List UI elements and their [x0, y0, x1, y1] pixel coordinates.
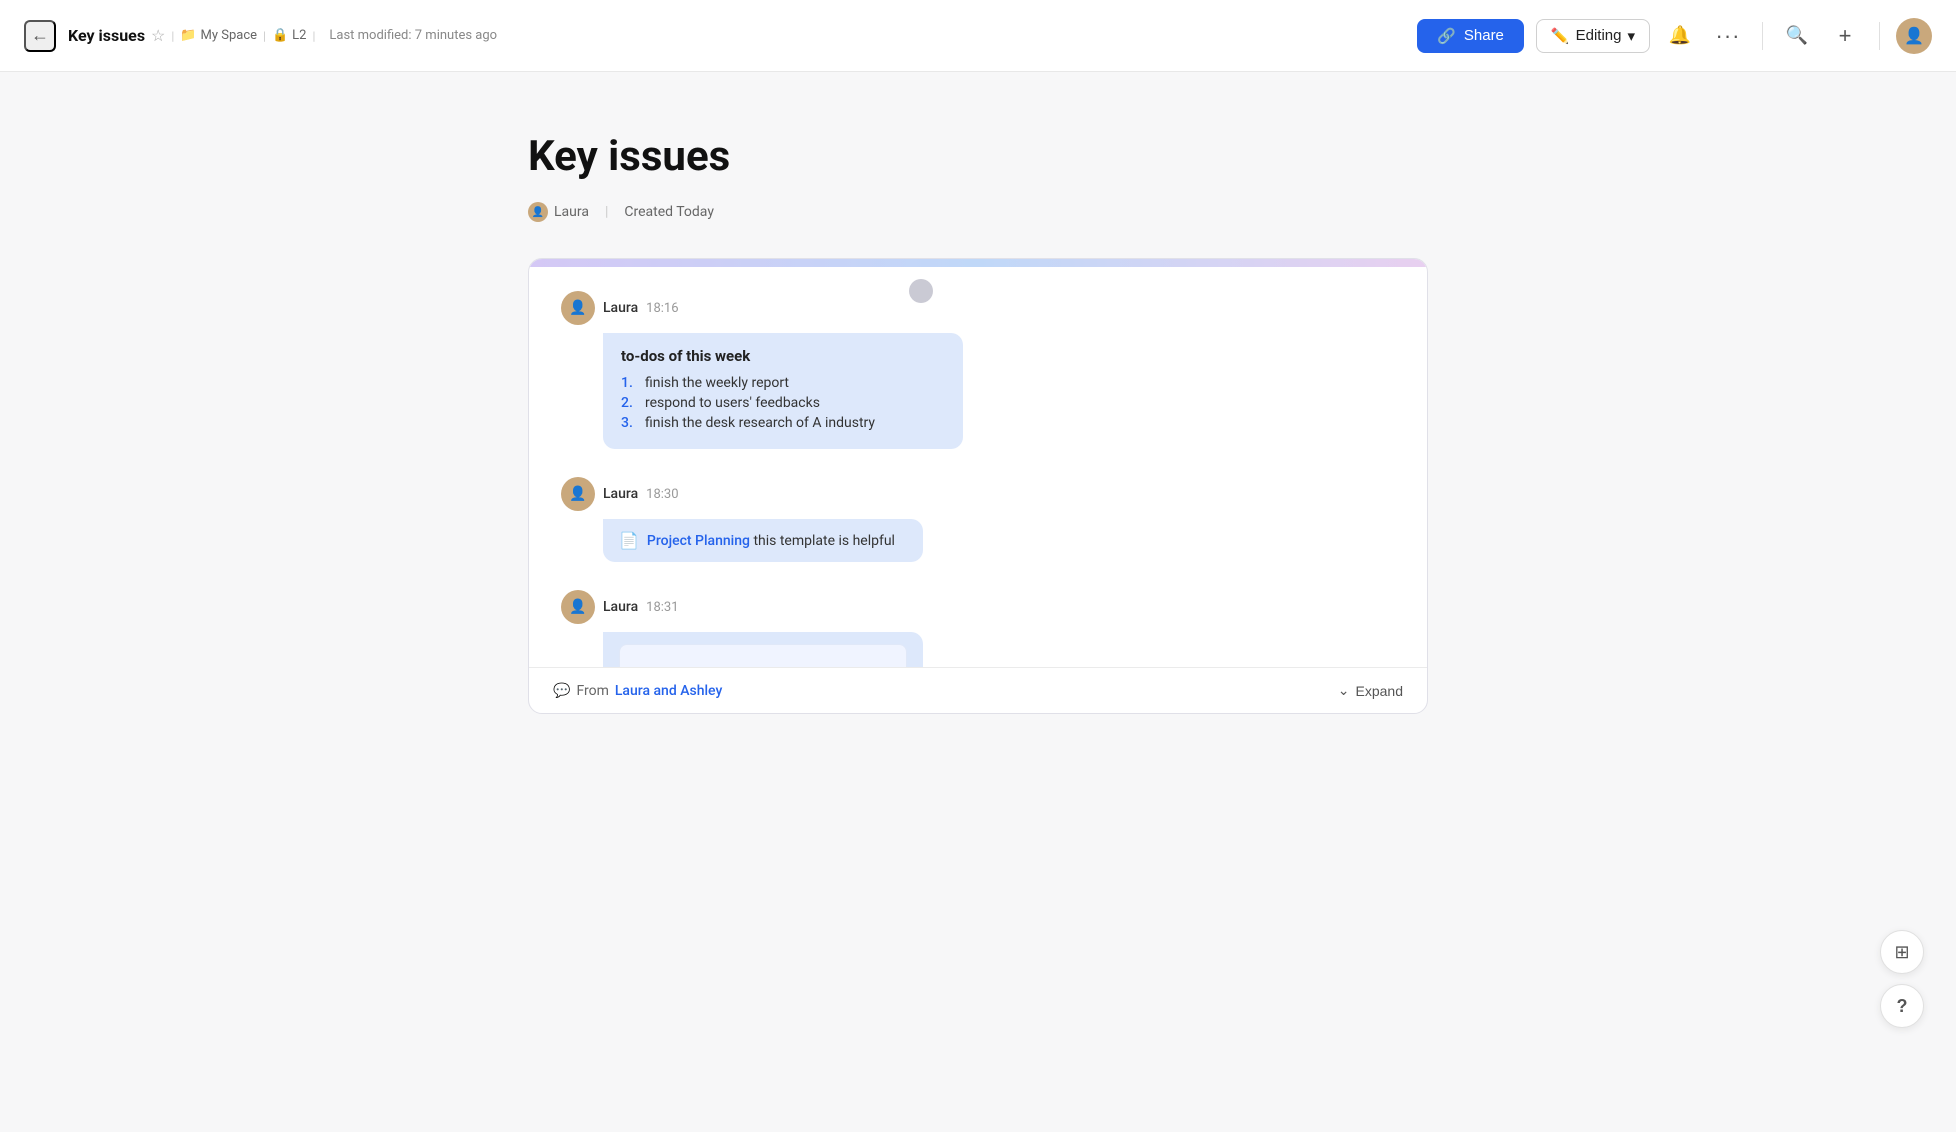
content-area: Key issues 👤 Laura | Created Today 👤 Lau…: [528, 132, 1428, 714]
help-icon: ?: [1897, 996, 1908, 1017]
share-button[interactable]: 🔗 Share: [1417, 19, 1524, 53]
search-icon: 🔍: [1786, 25, 1808, 46]
chat-bubble-list: to-dos of this week 1. finish the weekly…: [603, 333, 963, 449]
header-divider: [1762, 22, 1763, 50]
chat-message-header: 👤 Laura 18:31: [561, 590, 1395, 624]
breadcrumb-level: 🔒 L2: [272, 28, 307, 43]
plus-icon: +: [1839, 23, 1852, 49]
breadcrumb-sep3: |: [312, 29, 315, 43]
list-num: 3.: [621, 415, 639, 431]
bell-button[interactable]: 🔔: [1662, 18, 1698, 54]
chat-embed-top-bar: [529, 259, 1427, 267]
breadcrumb-sep2: |: [263, 29, 266, 43]
back-button[interactable]: ←: [24, 20, 56, 52]
list-num: 1.: [621, 375, 639, 391]
breadcrumb-separator: |: [171, 29, 174, 43]
from-link[interactable]: Laura and Ashley: [615, 683, 722, 699]
space-label: My Space: [201, 28, 258, 43]
header-divider2: [1879, 22, 1880, 50]
expand-button[interactable]: ⌄ Expand: [1338, 682, 1403, 699]
folder-icon: 📁: [180, 28, 196, 43]
chat-message: 👤 Laura 18:16 to-dos of this week 1. fin…: [561, 291, 1395, 449]
chat-footer: 💬 From Laura and Ashley ⌄ Expand: [529, 667, 1427, 713]
chat-sender: Laura: [603, 300, 638, 316]
chat-scrollable[interactable]: 👤 Laura 18:16 to-dos of this week 1. fin…: [529, 267, 1427, 667]
lock-icon: 🔒: [272, 28, 288, 43]
chevron-down-icon: ▾: [1627, 27, 1635, 45]
link-text: Project Planning this template is helpfu…: [647, 533, 895, 549]
from-text: 💬 From Laura and Ashley: [553, 683, 722, 699]
share-icon: 🔗: [1437, 27, 1456, 45]
list-item: 1. finish the weekly report: [621, 375, 945, 391]
chat-message: 👤 Laura 18:31 Day/Month Milestone 1 Day/…: [561, 590, 1395, 667]
more-icon: ···: [1716, 23, 1741, 49]
share-label: Share: [1464, 27, 1504, 44]
avatar-placeholder: 👤: [1904, 26, 1924, 45]
chat-bubble-list-items: 1. finish the weekly report 2. respond t…: [621, 375, 945, 431]
bell-icon: 🔔: [1669, 25, 1691, 46]
level-label: L2: [292, 28, 306, 43]
expand-label: Expand: [1356, 683, 1403, 699]
modified-text: Last modified: 7 minutes ago: [329, 28, 497, 43]
author-name: Laura: [554, 204, 589, 220]
chat-bubble-title: to-dos of this week: [621, 347, 945, 365]
meta-author: 👤 Laura: [528, 202, 589, 222]
from-label: From: [576, 683, 608, 699]
chat-sender: Laura: [603, 599, 638, 615]
editing-label: Editing: [1576, 27, 1622, 44]
project-planning-link[interactable]: Project Planning: [647, 533, 750, 549]
chat-bubble-link: 📄 Project Planning this template is help…: [603, 519, 923, 562]
meta-separator: |: [605, 204, 608, 220]
author-avatar: 👤: [528, 202, 548, 222]
chat-avatar: 👤: [561, 590, 595, 624]
chat-bubble-image: Day/Month Milestone 1 Day/Month Mileston…: [603, 632, 923, 667]
chat-avatar: 👤: [561, 291, 595, 325]
list-text: finish the weekly report: [645, 375, 789, 391]
chat-avatar: 👤: [561, 477, 595, 511]
avatar[interactable]: 👤: [1896, 18, 1932, 54]
created-date: Created Today: [624, 204, 714, 220]
chat-time: 18:16: [646, 301, 678, 316]
link-suffix: this template is helpful: [750, 533, 895, 549]
doc-link-icon: 📄: [619, 531, 639, 550]
header-right: 🔗 Share ✏️ Editing ▾ 🔔 ··· 🔍 + 👤: [1417, 18, 1932, 54]
chat-sender: Laura: [603, 486, 638, 502]
chat-message-header: 👤 Laura 18:16: [561, 291, 1395, 325]
page-title-breadcrumb: Key issues: [68, 26, 145, 45]
breadcrumb: Key issues ☆ | 📁 My Space | 🔒 L2 | Last …: [68, 26, 497, 45]
list-item: 2. respond to users' feedbacks: [621, 395, 945, 411]
chat-time: 18:30: [646, 487, 678, 502]
search-button[interactable]: 🔍: [1779, 18, 1815, 54]
floating-buttons: ⊞ ?: [1880, 930, 1924, 1028]
list-num: 2.: [621, 395, 639, 411]
header: ← Key issues ☆ | 📁 My Space | 🔒 L2 | Las…: [0, 0, 1956, 72]
chat-time: 18:31: [646, 600, 678, 615]
header-left: ← Key issues ☆ | 📁 My Space | 🔒 L2 | Las…: [24, 20, 1417, 52]
save-float-button[interactable]: ⊞: [1880, 930, 1924, 974]
chat-embed: 👤 Laura 18:16 to-dos of this week 1. fin…: [528, 258, 1428, 714]
list-item: 3. finish the desk research of A industr…: [621, 415, 945, 431]
chat-message: 👤 Laura 18:30 📄 Project Planning this te…: [561, 477, 1395, 562]
expand-icon: ⌄: [1338, 682, 1350, 699]
more-button[interactable]: ···: [1710, 18, 1746, 54]
help-float-button[interactable]: ?: [1880, 984, 1924, 1028]
page-title: Key issues: [528, 132, 1428, 182]
list-text: respond to users' feedbacks: [645, 395, 820, 411]
star-icon[interactable]: ☆: [151, 26, 165, 45]
image-placeholder: Day/Month Milestone 1 Day/Month Mileston…: [619, 644, 907, 667]
breadcrumb-space: 📁 My Space: [180, 28, 257, 43]
list-text: finish the desk research of A industry: [645, 415, 875, 431]
editing-button[interactable]: ✏️ Editing ▾: [1536, 19, 1650, 53]
add-button[interactable]: +: [1827, 18, 1863, 54]
chat-message-header: 👤 Laura 18:30: [561, 477, 1395, 511]
main-content: Key issues 👤 Laura | Created Today 👤 Lau…: [0, 72, 1956, 794]
meta-row: 👤 Laura | Created Today: [528, 202, 1428, 222]
editing-pencil-icon: ✏️: [1551, 27, 1570, 45]
save-icon: ⊞: [1894, 942, 1909, 963]
chat-icon: 💬: [553, 683, 570, 699]
